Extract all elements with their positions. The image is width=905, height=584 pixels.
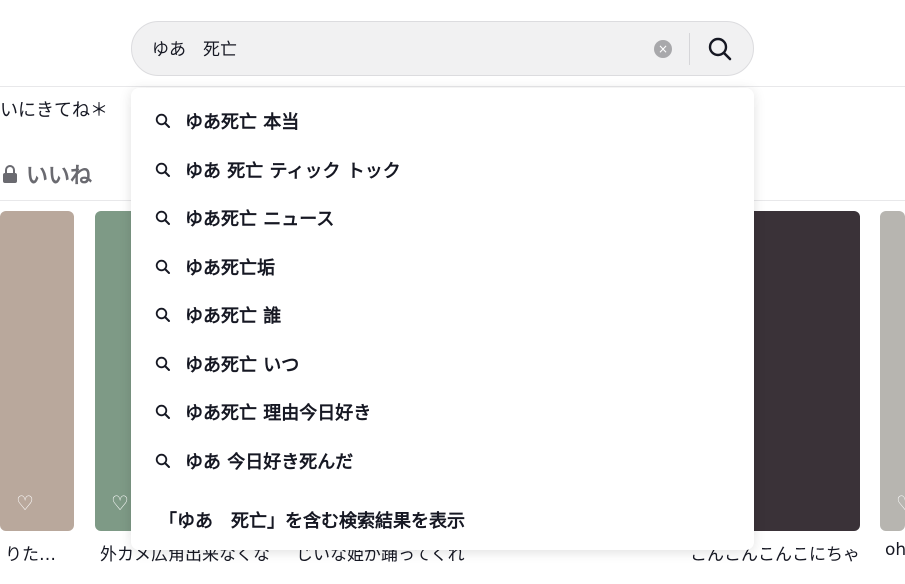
tab-liked-label: いいね <box>26 164 93 189</box>
suggestion-item[interactable]: ゆあ 死亡 ティック トック <box>131 146 754 194</box>
suggestion-item[interactable]: ゆあ死亡 いつ <box>131 340 754 388</box>
profile-bio: いにきてね＊ <box>0 100 108 121</box>
show-all-results-link[interactable]: 「ゆあ 死亡」を含む検索結果を表示 <box>159 507 465 533</box>
search-icon <box>155 453 170 468</box>
suggestion-label: ゆあ 死亡 ティック トック <box>185 160 401 182</box>
suggestion-label: ゆあ死亡 誰 <box>185 306 282 327</box>
video-card[interactable]: ♡ <box>0 211 74 531</box>
heart-icon: ♡ <box>111 491 129 515</box>
search-icon[interactable] <box>704 34 736 64</box>
search-icon <box>155 307 170 322</box>
suggestion-label: ゆあ死亡 ニュース <box>185 209 335 230</box>
heart-icon: ♡ <box>896 491 905 515</box>
suggestion-item[interactable]: ゆあ死亡垢 <box>131 243 754 291</box>
video-card[interactable]: ♡ <box>880 211 905 531</box>
search-icon <box>155 162 170 177</box>
suggestion-label: ゆあ死亡垢 <box>185 257 275 279</box>
video-caption[interactable]: りた… <box>0 540 80 565</box>
search-icon <box>155 404 170 419</box>
suggestion-item[interactable]: ゆあ死亡 誰 <box>131 291 754 339</box>
suggestion-label: ゆあ死亡 本当 <box>185 112 300 133</box>
search-bar[interactable]: × <box>131 21 754 76</box>
heart-icon: ♡ <box>16 491 34 515</box>
suggestion-label: ゆあ 今日好き死んだ <box>185 451 354 473</box>
clear-icon[interactable]: × <box>654 40 672 58</box>
search-icon <box>155 113 170 128</box>
divider <box>689 33 690 65</box>
header-divider <box>0 86 905 87</box>
search-input[interactable] <box>150 36 634 58</box>
suggestion-label: ゆあ死亡 いつ <box>185 354 300 376</box>
search-suggestions-dropdown: 「ゆあ 死亡」を含む検索結果を表示 ゆあ死亡 本当ゆあ 死亡 ティック トックゆ… <box>131 88 754 550</box>
video-caption[interactable]: oh <box>880 540 905 560</box>
search-icon <box>155 356 170 371</box>
suggestion-item[interactable]: ゆあ死亡 本当 <box>131 97 754 145</box>
suggestion-item[interactable]: ゆあ死亡 ニュース <box>131 194 754 242</box>
suggestion-label: ゆあ死亡 理由今日好き <box>185 403 372 424</box>
search-icon <box>155 210 170 225</box>
search-icon <box>155 259 170 274</box>
suggestion-item[interactable]: ゆあ死亡 理由今日好き <box>131 388 754 436</box>
tab-liked[interactable]: いいね <box>2 158 92 190</box>
lock-icon <box>3 165 17 183</box>
suggestion-item[interactable]: ゆあ 今日好き死んだ <box>131 437 754 485</box>
